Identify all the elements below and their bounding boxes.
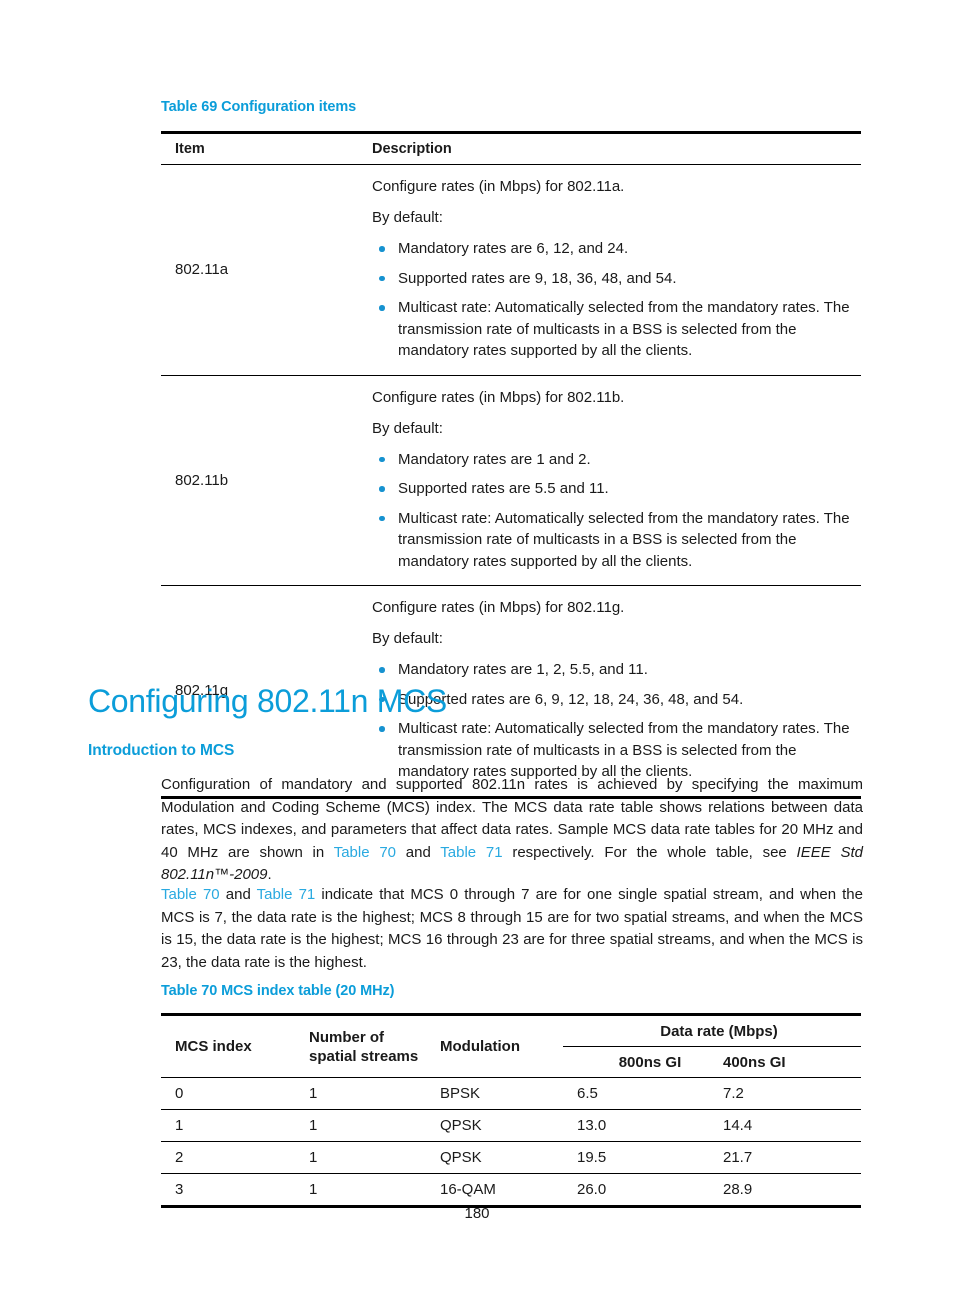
gi-800-value: 13.0 (577, 1117, 607, 1134)
table-row: 802.11b Configure rates (in Mbps) for 80… (161, 375, 861, 586)
modulation-cell: 16-QAM (426, 1173, 563, 1208)
mcs-index-cell: 0 (161, 1077, 295, 1110)
paragraph-2-part-1: and (219, 886, 257, 903)
gi-800-value: 6.5 (577, 1085, 598, 1102)
description-bullet-list: Mandatory rates are 1 and 2. Supported r… (372, 449, 861, 573)
document-page: Table 69 Configuration items Item Descri… (0, 0, 954, 1296)
intro-paragraph-2: Table 70 and Table 71 indicate that MCS … (161, 884, 863, 974)
table-70-caption: Table 70 MCS index table (20 MHz) (161, 983, 395, 999)
table-row: 0 1 BPSK 6.5 7.2 (161, 1077, 861, 1110)
paragraph-1-part-3: respectively. For the whole table, see (502, 843, 797, 861)
table-69-item-cell: 802.11b (175, 471, 229, 489)
spatial-streams-cell: 1 (295, 1173, 426, 1208)
data-rate-group-title: Data rate (Mbps) (563, 1016, 861, 1047)
table-70: MCS index Number of spatial streams Modul… (161, 1013, 861, 1208)
table-70-header-row: MCS index Number of spatial streams Modul… (161, 1015, 861, 1078)
table-70-header-modulation: Modulation (440, 1038, 520, 1055)
table-row: 3 1 16-QAM 26.0 28.9 (161, 1173, 861, 1208)
gi-800-value: 26.0 (577, 1181, 607, 1198)
data-rate-cell: 26.0 28.9 (563, 1173, 861, 1208)
page-number: 180 (464, 1205, 490, 1222)
table-70-header-data-rate-group: Data rate (Mbps) 800ns GI 400ns GI (563, 1015, 861, 1078)
table-69-description-cell: Configure rates (in Mbps) for 802.11a. B… (372, 165, 861, 376)
list-item: Multicast rate: Automatically selected f… (372, 718, 861, 783)
description-bydefault: By default: (372, 209, 443, 226)
paragraph-1-part-4: . (267, 866, 272, 883)
gi-400-value: 7.2 (723, 1085, 744, 1102)
table-row: 2 1 QPSK 19.5 21.7 (161, 1141, 861, 1174)
list-item: Supported rates are 5.5 and 11. (372, 478, 861, 500)
gi-400-value: 14.4 (723, 1117, 753, 1134)
page-title: Configuring 802.11n MCS (88, 683, 447, 719)
table-70-header-400ns-gi: 400ns GI (723, 1054, 786, 1071)
gi-400-value: 21.7 (723, 1149, 753, 1166)
spatial-streams-cell: 1 (295, 1109, 426, 1142)
table-70-crossref-link[interactable]: Table 70 (161, 886, 220, 903)
table-69-header-description: Description (372, 141, 452, 157)
spatial-streams-line-2: spatial streams (309, 1047, 419, 1065)
mcs-index-cell: 3 (161, 1173, 295, 1208)
table-70-header-mcs-index: MCS index (175, 1038, 252, 1055)
table-71-crossref-link[interactable]: Table 71 (440, 844, 502, 861)
description-bydefault: By default: (372, 630, 443, 647)
table-69-header-item: Item (175, 141, 205, 157)
gi-800-value: 19.5 (577, 1149, 607, 1166)
mcs-index-cell: 1 (161, 1109, 295, 1142)
data-rate-subheaders: 800ns GI 400ns GI (563, 1047, 861, 1077)
description-bullet-list: Mandatory rates are 1, 2, 5.5, and 11. S… (372, 659, 861, 783)
modulation-cell: QPSK (426, 1109, 563, 1142)
modulation-cell: QPSK (426, 1141, 563, 1174)
table-69-header-row: Item Description (161, 133, 861, 165)
table-70-header-800ns-gi: 800ns GI (618, 1054, 682, 1071)
spatial-streams-cell: 1 (295, 1141, 426, 1174)
list-item: Multicast rate: Automatically selected f… (372, 508, 861, 573)
description-intro: Configure rates (in Mbps) for 802.11a. (372, 178, 625, 195)
list-item: Multicast rate: Automatically selected f… (372, 297, 861, 362)
table-69-item-cell: 802.11a (175, 261, 229, 279)
table-row: 1 1 QPSK 13.0 14.4 (161, 1109, 861, 1142)
description-bydefault: By default: (372, 419, 443, 437)
mcs-index-cell: 2 (161, 1141, 295, 1174)
table-71-crossref-link[interactable]: Table 71 (257, 886, 316, 903)
data-rate-cell: 19.5 21.7 (563, 1141, 861, 1174)
gi-400-value: 28.9 (723, 1181, 753, 1198)
list-item: Mandatory rates are 1 and 2. (372, 449, 861, 471)
list-item: Supported rates are 9, 18, 36, 48, and 5… (372, 268, 861, 290)
spatial-streams-cell: 1 (295, 1077, 426, 1110)
intro-paragraph-1: Configuration of mandatory and supported… (161, 774, 863, 887)
list-item: Mandatory rates are 6, 12, and 24. (372, 238, 861, 260)
section-subheading: Introduction to MCS (88, 742, 235, 759)
table-70-crossref-link[interactable]: Table 70 (334, 844, 396, 861)
spatial-streams-line-1: Number of (309, 1028, 384, 1046)
modulation-cell: BPSK (426, 1077, 563, 1110)
data-rate-cell: 13.0 14.4 (563, 1109, 861, 1142)
list-item: Mandatory rates are 1, 2, 5.5, and 11. (372, 659, 861, 681)
data-rate-cell: 6.5 7.2 (563, 1077, 861, 1110)
description-bullet-list: Mandatory rates are 6, 12, and 24. Suppo… (372, 238, 861, 362)
table-row: 802.11a Configure rates (in Mbps) for 80… (161, 165, 861, 376)
table-70-header-spatial-streams: Number of spatial streams (295, 1015, 426, 1078)
description-intro: Configure rates (in Mbps) for 802.11b. (372, 388, 625, 406)
description-intro: Configure rates (in Mbps) for 802.11g. (372, 599, 625, 616)
table-69-caption: Table 69 Configuration items (161, 99, 357, 115)
table-69-description-cell: Configure rates (in Mbps) for 802.11b. B… (372, 375, 861, 586)
paragraph-1-part-2: and (396, 843, 441, 861)
